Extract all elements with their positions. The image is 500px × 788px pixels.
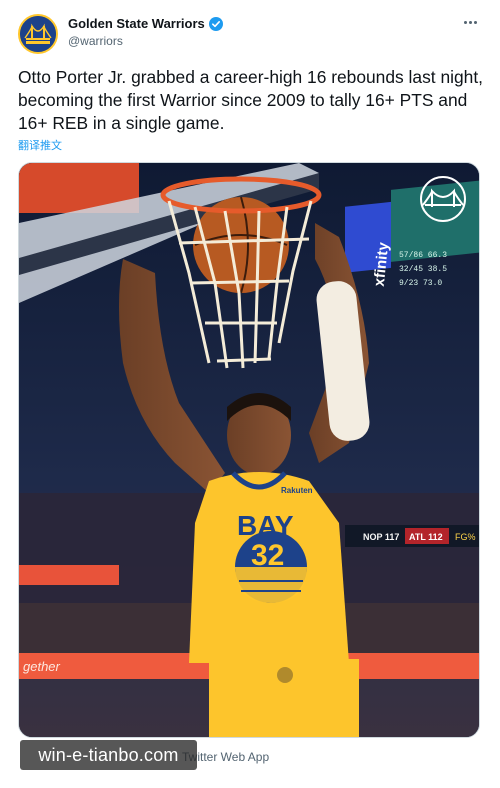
- translate-tweet-link[interactable]: 翻译推文: [18, 137, 62, 153]
- verified-badge-icon: [208, 16, 223, 31]
- dunk-photo: xfinity 57/86 66.3 32/45 38.5 9/23 73.0 …: [19, 163, 479, 737]
- account-handle[interactable]: @warriors: [68, 34, 123, 48]
- account-name-row: Golden State Warriors: [68, 16, 223, 31]
- jersey-sponsor-text: Rakuten: [281, 486, 313, 495]
- scoreboard-side-row: 32/45 38.5: [399, 265, 447, 274]
- scoreboard-side-row: 57/86 66.3: [399, 251, 447, 260]
- tweet-photo[interactable]: xfinity 57/86 66.3 32/45 38.5 9/23 73.0 …: [18, 162, 480, 738]
- ribbon-score-away: ATL 112: [409, 532, 443, 542]
- baseline-led-text: gether: [23, 659, 61, 674]
- tweet-text: Otto Porter Jr. grabbed a career-high 16…: [18, 67, 488, 133]
- more-options-icon[interactable]: [458, 12, 482, 32]
- tweet-card[interactable]: Golden State Warriors @warriors Otto Por…: [0, 0, 500, 788]
- ribbon-score-home: NOP 117: [363, 532, 399, 542]
- ribbon-score-extra: FG%: [455, 532, 476, 542]
- bay-bridge-logo-icon: [20, 16, 56, 52]
- scoreboard-side-row: 9/23 73.0: [399, 279, 442, 288]
- jersey-number-text: 32: [251, 539, 284, 572]
- display-name[interactable]: Golden State Warriors: [68, 16, 205, 31]
- account-avatar[interactable]: [18, 14, 58, 54]
- watermark-badge: win-e-tianbo.com: [20, 740, 197, 770]
